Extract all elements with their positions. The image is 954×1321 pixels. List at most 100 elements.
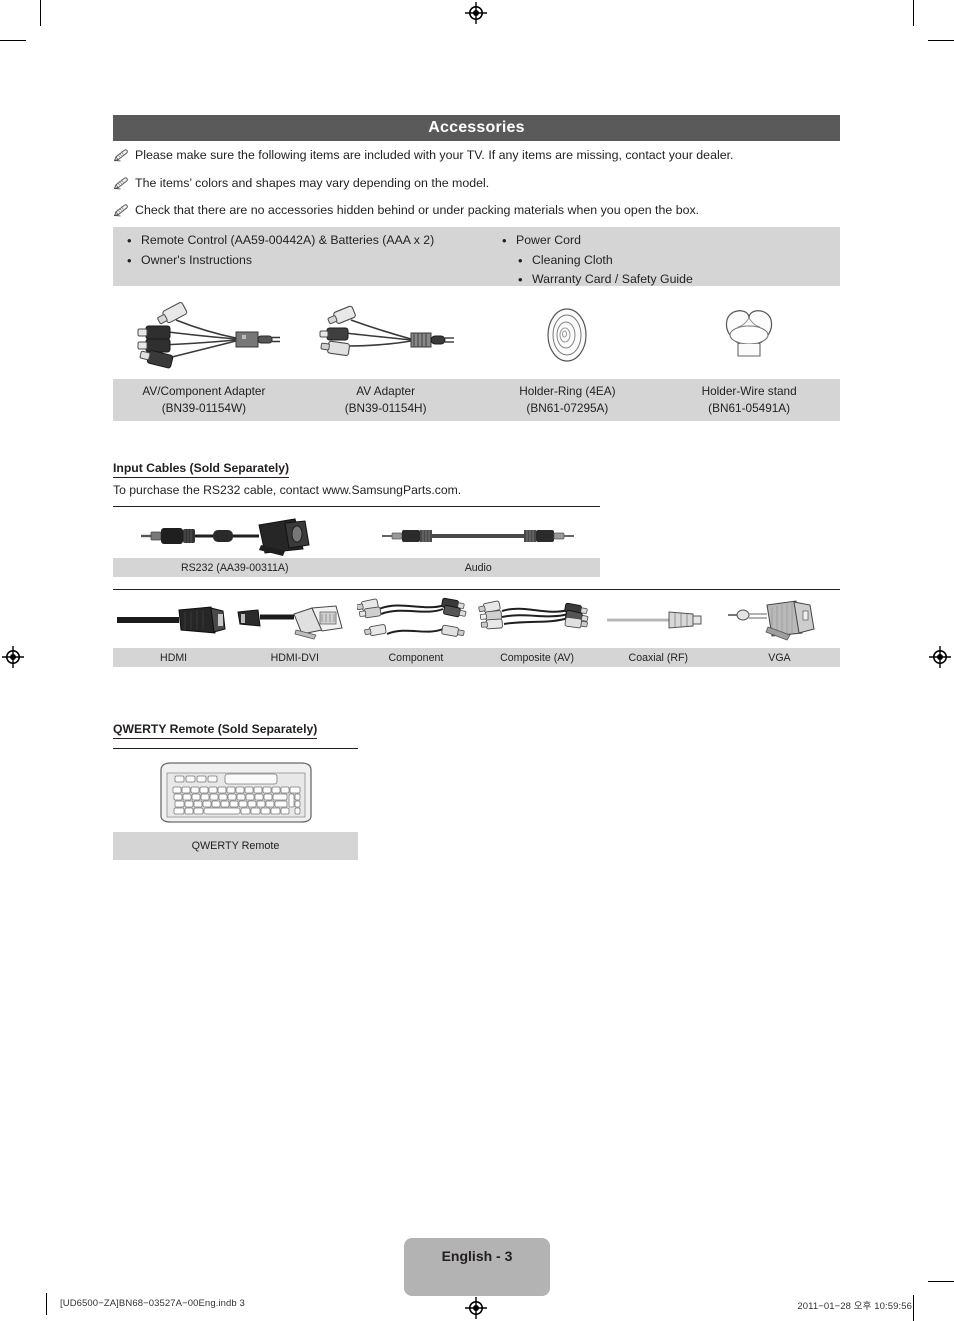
included-items-column-left: • Remote Control (AA59-00442A) & Batteri…: [113, 227, 502, 286]
cable-image-cell: [113, 594, 234, 646]
list-item: • Owner's Instructions: [127, 251, 502, 271]
list-item: • Cleaning Cloth: [502, 251, 832, 271]
qwerty-caption: QWERTY Remote: [191, 840, 280, 852]
accessory-caption: AV Adapter (BN39-01154H): [295, 379, 477, 421]
crop-mark-bottom-right-horizontal: [928, 1281, 954, 1283]
bullet-icon: •: [127, 233, 132, 248]
note-text: The items’ colors and shapes may vary de…: [135, 175, 490, 190]
cable-image-cell: [477, 594, 598, 646]
composite-cable-icon: [478, 600, 589, 630]
bullet-icon: •: [518, 272, 523, 287]
accessory-name: AV Adapter: [356, 384, 416, 398]
input-cables-heading: Input Cables (Sold Separately): [113, 461, 290, 478]
cable-caption: Audio: [464, 561, 492, 574]
included-items-panel: • Remote Control (AA59-00442A) & Batteri…: [113, 227, 840, 287]
divider-rs232-top: [113, 506, 600, 508]
accessory-name: Holder-Ring (4EA): [519, 384, 616, 398]
pencil-note-icon: [113, 148, 135, 167]
cable-caption: HDMI-DVI: [270, 651, 319, 664]
audio-cable-icon: [382, 529, 575, 542]
vga-cable-icon: [728, 600, 816, 641]
accessory-part-number: (BN61-05491A): [708, 401, 791, 415]
pencil-note-icon: [113, 176, 135, 195]
crop-mark-top-right-vertical: [913, 0, 915, 26]
note-text: Please make sure the following items are…: [135, 148, 734, 162]
footer-file-info: [UD6500−ZA]BN68−03527A−00Eng.indb 3: [60, 1298, 245, 1309]
accessory-caption: AV/Component Adapter (BN39-01154W): [113, 379, 295, 421]
rs232-caption-row: RS232 (AA39-00311A) Audio: [113, 558, 600, 577]
page-number-badge: English - 3: [404, 1238, 550, 1296]
accessory-image-cell: [113, 291, 295, 379]
holder-ring-icon: [547, 308, 587, 362]
cable-image-cell: [355, 594, 476, 646]
list-item-label: Cleaning Cloth: [532, 252, 613, 267]
list-item-label: Power Cord: [516, 233, 581, 247]
qwerty-image-cell: [113, 755, 358, 830]
hdmi-cable-icon: [116, 606, 226, 634]
accessory-name: Holder-Wire stand: [701, 384, 797, 398]
cable-image-cell: [113, 513, 357, 558]
accessory-caption: Holder-Ring (4EA) (BN61-07295A): [477, 379, 659, 421]
included-items-column-right: • Power Cord • Cleaning Cloth • Warranty…: [502, 227, 832, 287]
registration-mark-right-center: [929, 646, 951, 668]
cable-image-cell: [598, 594, 719, 646]
footer-timestamp: 2011−01−28 오후 10:59:56: [797, 1301, 912, 1312]
cable-image-cell: [719, 594, 840, 646]
crop-mark-top-right-horizontal: [928, 40, 954, 42]
notes-list: Please make sure the following items are…: [113, 148, 840, 231]
accessory-part-number: (BN39-01154H): [344, 401, 427, 415]
accessory-name: AV/Component Adapter: [142, 384, 266, 398]
accessory-part-number: (BN39-01154W): [161, 401, 247, 415]
accessory-caption-row: AV/Component Adapter (BN39-01154W) AV Ad…: [113, 379, 840, 421]
cable-caption: RS232 (AA39-00311A): [180, 561, 289, 574]
note-item: Please make sure the following items are…: [113, 148, 840, 167]
list-item-label: Owner's Instructions: [141, 252, 253, 267]
accessory-image-strip: [113, 291, 840, 379]
section-title-bar: Accessories: [113, 115, 840, 141]
note-item: The items’ colors and shapes may vary de…: [113, 176, 840, 195]
accessory-part-number: (BN61-07295A): [526, 401, 609, 415]
cable-image-cell: [357, 513, 601, 558]
bullet-icon: •: [127, 252, 132, 268]
page-title: Accessories: [428, 119, 525, 136]
footer-separator-left-tick: [46, 1293, 48, 1315]
cable-caption: VGA: [768, 651, 791, 664]
holder-wire-stand-icon: [725, 310, 773, 357]
page-number-label: English - 3: [441, 1248, 513, 1264]
av-adapter-icon: [319, 305, 454, 357]
cable-image-strip: [113, 594, 840, 646]
crop-mark-top-left-horizontal: [0, 40, 26, 42]
coaxial-cable-icon: [607, 611, 702, 629]
cable-caption: Composite (AV): [500, 651, 575, 664]
bullet-icon: •: [518, 252, 523, 268]
rs232-image-strip: [113, 513, 600, 558]
pencil-note-icon: [113, 203, 135, 222]
accessory-image-cell: [295, 291, 477, 379]
component-cable-icon: [356, 597, 467, 637]
divider-qwerty-top: [113, 748, 358, 750]
list-item: • Remote Control (AA59-00442A) & Batteri…: [127, 231, 502, 251]
cable-caption: Coaxial (RF): [628, 651, 688, 664]
crop-mark-top-left-vertical: [40, 0, 42, 26]
list-item-label: Warranty Card / Safety Guide: [532, 272, 693, 286]
note-item: Check that there are no accessories hidd…: [113, 203, 840, 222]
registration-mark-left-center: [2, 646, 24, 668]
list-item-label: Remote Control (AA59-00442A) & Batteries…: [141, 233, 435, 247]
page-content: Accessories Please make sure the followi…: [113, 0, 840, 1321]
accessory-image-cell: [477, 291, 659, 379]
av-component-adapter-icon: [137, 302, 280, 369]
hdmi-dvi-cable-icon: [237, 605, 343, 640]
rs232-cable-icon: [140, 517, 310, 556]
crop-mark-bottom-right-vertical: [913, 1295, 915, 1321]
qwerty-remote-icon: [159, 761, 312, 823]
qwerty-caption-row: QWERTY Remote: [113, 832, 358, 860]
accessory-caption: Holder-Wire stand (BN61-05491A): [658, 379, 840, 421]
cable-caption: HDMI: [160, 651, 188, 664]
note-text: Check that there are no accessories hidd…: [135, 203, 700, 217]
cable-caption: Component: [388, 651, 444, 664]
bullet-icon: •: [502, 233, 507, 248]
qwerty-remote-heading: QWERTY Remote (Sold Separately): [113, 722, 318, 739]
accessory-image-cell: [658, 291, 840, 379]
list-item: • Power Cord: [502, 231, 832, 251]
cable-image-cell: [234, 594, 355, 646]
